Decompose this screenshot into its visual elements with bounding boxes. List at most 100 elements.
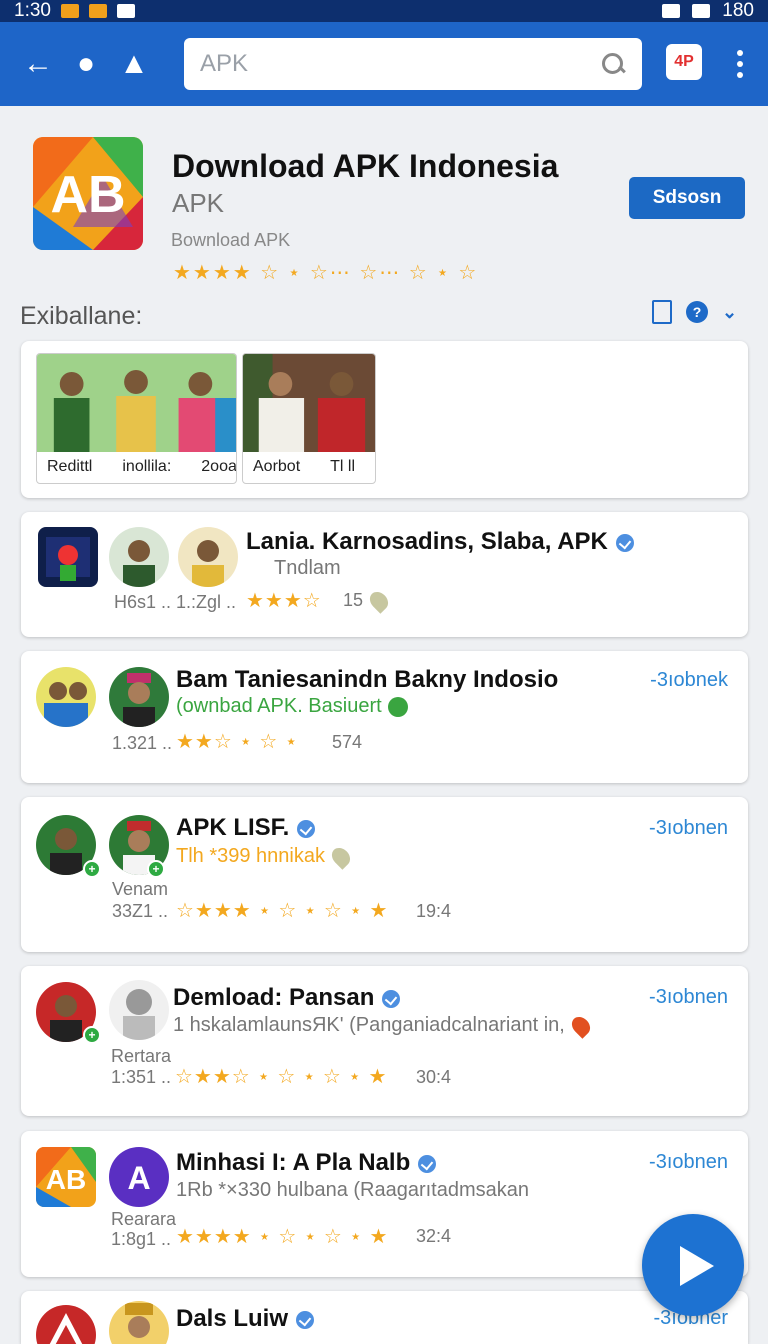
- thumb-caption: Redittl: [47, 458, 93, 475]
- rating-count: 19:4: [416, 901, 452, 921]
- chevron-down-icon[interactable]: ⌄: [722, 302, 737, 323]
- row-meta: 1.321 ..: [112, 733, 173, 753]
- featured-card: Redittl inollila: 2ooag Aorbot Tl ll: [21, 341, 748, 498]
- row-action-link[interactable]: -3ıobnen: [649, 817, 728, 840]
- list-item[interactable]: + Demload: Pansan 1 hskalamlaunsЯK' (Pan…: [21, 966, 748, 1116]
- battery-icon: [692, 4, 711, 18]
- location-pin-icon: [568, 1012, 594, 1039]
- row-action-link[interactable]: -3ıobnek: [650, 669, 728, 692]
- rating-stars: ★★☆ ⋆ ☆ ⋆: [176, 731, 299, 753]
- mail-icon: [116, 4, 135, 18]
- rating-count: 30:4: [416, 1067, 452, 1087]
- verified-icon: [296, 1310, 315, 1329]
- check-icon: [387, 696, 408, 717]
- status-bar: 1:30 180: [0, 0, 768, 22]
- avatar: [36, 1305, 96, 1344]
- svg-text:A: A: [127, 1160, 150, 1196]
- rating-count: 574: [332, 732, 363, 752]
- signal-icon: [662, 4, 681, 18]
- list-item[interactable]: Bam Taniesanindn Bakny Indosio (ownbad A…: [21, 651, 748, 783]
- section-label: Exiballane:: [20, 302, 143, 330]
- avatar: [36, 667, 96, 727]
- rating-count: 15: [343, 588, 392, 614]
- app-title: Download APK Indonesia: [172, 148, 559, 184]
- row-meta: 1:8g1 ..: [111, 1229, 172, 1249]
- rating-stars: ★★★★ ⋆ ☆ ⋆ ☆ ⋆ ★: [176, 1226, 389, 1248]
- row-subtitle: (ownbad APK. Basiuert: [176, 695, 408, 718]
- document-icon[interactable]: [652, 300, 672, 324]
- search-bar[interactable]: [184, 38, 642, 90]
- row-title: APK LISF.: [176, 814, 316, 842]
- row-title: Lania. Karnosadins, Slaba, APK: [246, 528, 634, 556]
- thumb-caption: 2ooag: [201, 458, 237, 475]
- app-bar: ← ● ▲ 4P: [0, 22, 768, 106]
- app-notification-icon: [88, 4, 107, 18]
- verified-icon: [382, 989, 401, 1008]
- row-meta: 33Z1 ..: [112, 901, 169, 921]
- svg-text:AB: AB: [46, 1164, 86, 1195]
- avatar: [178, 527, 238, 587]
- avatar: [109, 527, 169, 587]
- verified-icon: [418, 1154, 437, 1173]
- row-title: Demload: Pansan: [173, 984, 401, 1012]
- apk-badge-icon[interactable]: 4P: [666, 44, 702, 80]
- row-meta: Rertara: [111, 1046, 172, 1066]
- add-icon[interactable]: +: [83, 860, 101, 878]
- featured-thumbnail-1[interactable]: Redittl inollila: 2ooag: [36, 353, 237, 484]
- app-subtitle: APK: [172, 188, 225, 218]
- row-meta: Venam: [112, 879, 169, 899]
- add-icon[interactable]: +: [147, 860, 165, 878]
- app-icon: AB: [36, 1147, 96, 1207]
- app-icon: [38, 527, 98, 587]
- thumb-caption: Aorbot: [253, 458, 301, 475]
- user-icon[interactable]: ●: [62, 40, 110, 88]
- app-logo: AB: [33, 137, 143, 250]
- avatar: [109, 980, 169, 1040]
- verified-icon: [615, 533, 634, 552]
- row-meta: H6s1 .. 1.:Zgl ..: [114, 592, 237, 612]
- avatar: [109, 1301, 169, 1344]
- add-icon[interactable]: +: [83, 1026, 101, 1044]
- list-item[interactable]: Lania. Karnosadins, Slaba, APK Tndlam H6…: [21, 512, 748, 637]
- status-time: 1:30: [14, 0, 51, 21]
- avatar: A: [109, 1147, 169, 1207]
- row-action-link[interactable]: -3ıobnen: [649, 986, 728, 1009]
- app-caption: Bownload APK: [171, 230, 291, 250]
- back-arrow-icon[interactable]: ←: [14, 40, 62, 88]
- play-fab-button[interactable]: [642, 1214, 744, 1316]
- row-meta: Rearara: [111, 1209, 177, 1229]
- home-icon[interactable]: ▲: [110, 40, 158, 88]
- row-title: Bam Taniesanindn Bakny Indosio: [176, 666, 559, 693]
- row-subtitle: Tndlam: [274, 557, 341, 579]
- rating-stars: ☆★★☆ ⋆ ☆ ⋆ ☆ ⋆ ★: [175, 1066, 388, 1088]
- row-title: Dals Luiw: [176, 1305, 315, 1333]
- location-pin-icon: [328, 843, 354, 870]
- row-subtitle: 1Rb *×330 hulbana (Raagarıtadmsakan: [176, 1179, 530, 1201]
- row-subtitle: 1 hskalamlaunsЯK' (Panganiadcalnariant i…: [173, 1012, 594, 1039]
- thumb-caption: Tl ll: [330, 458, 356, 475]
- verified-icon: [297, 819, 316, 838]
- row-subtitle: Tlh *399 hnnikak: [176, 843, 354, 870]
- thumb-caption: inollila:: [122, 458, 172, 475]
- row-meta: 1:351 ..: [111, 1067, 172, 1087]
- list-item[interactable]: + + APK LISF. Tlh *399 hnnikak Venam 33Z…: [21, 797, 748, 952]
- help-icon[interactable]: ?: [686, 301, 708, 323]
- list-item[interactable]: AB A Minhasi I: A Pla Nalb 1Rb *×330 hul…: [21, 1131, 748, 1277]
- avatar: [109, 667, 169, 727]
- list-item[interactable]: Dals Luiw -3ıobner: [21, 1291, 748, 1344]
- rating-stars: ☆★★★ ⋆ ☆ ⋆ ☆ ⋆ ★: [176, 900, 389, 922]
- status-right-text: 180: [722, 0, 754, 21]
- app-rating-stars: ★★★★ ☆ ⋆ ☆⋯ ☆⋯ ☆ ⋆ ☆: [173, 262, 479, 284]
- rating-count: 32:4: [416, 1226, 452, 1246]
- svg-text:AB: AB: [50, 166, 125, 224]
- download-button[interactable]: Sdsosn: [629, 177, 745, 219]
- more-menu-icon[interactable]: [722, 40, 758, 88]
- row-action-link[interactable]: -3ıobnen: [649, 1151, 728, 1174]
- notification-icon: [60, 4, 79, 18]
- search-input[interactable]: [200, 50, 600, 78]
- search-icon[interactable]: [600, 51, 626, 77]
- location-pin-icon: [366, 588, 392, 614]
- row-title: Minhasi I: A Pla Nalb: [176, 1149, 437, 1177]
- rating-stars: ★★★☆: [246, 590, 322, 612]
- featured-thumbnail-2[interactable]: Aorbot Tl ll: [242, 353, 376, 484]
